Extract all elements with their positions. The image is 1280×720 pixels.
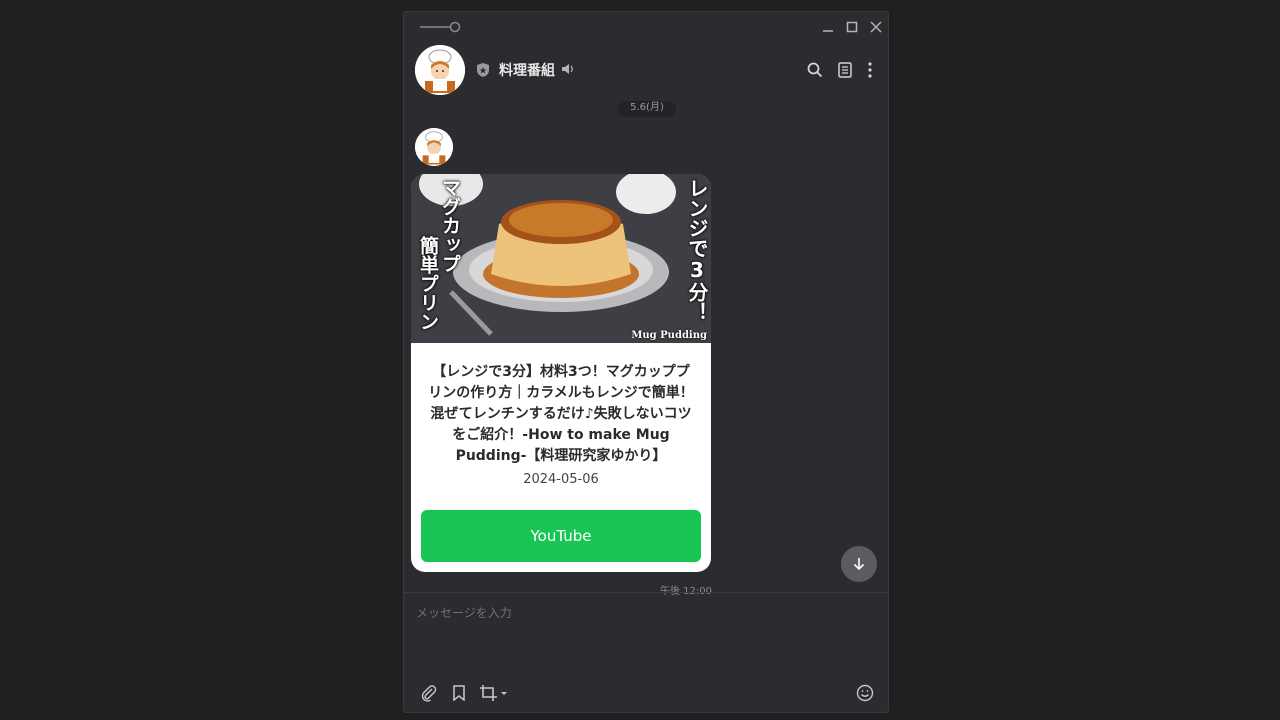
avatar[interactable] [415, 45, 465, 95]
speaker-icon [562, 64, 573, 74]
thumbnail-text-range: レンジで3分！ [685, 178, 709, 322]
more-button[interactable] [860, 60, 880, 80]
pin-icon[interactable] [419, 20, 463, 34]
minimize-button[interactable] [819, 18, 837, 36]
attach-icon [421, 685, 437, 702]
thumbnail-text-easy: 簡単プリン [417, 236, 439, 331]
emoji-icon [856, 684, 874, 702]
more-icon [868, 62, 872, 78]
notes-icon [838, 62, 852, 78]
search-icon [807, 62, 823, 78]
minimize-icon [823, 30, 833, 32]
youtube-button[interactable]: YouTube [421, 510, 701, 562]
video-date: 2024-05-06 [523, 472, 599, 487]
title-bar [404, 12, 888, 42]
screenshot-button[interactable] [478, 682, 510, 704]
chef-avatar-image [415, 128, 453, 166]
thumbnail-caption: Mug Pudding [631, 330, 707, 341]
maximize-icon [846, 21, 858, 33]
video-title: 【レンジで3分】材料3つ！マグカッププリンの作り方｜カラメルもレンジで簡単！混ぜ… [428, 364, 694, 464]
chat-window: 料理番組 5.6(月) マグカップ 簡単プリン レンジで3分！ Mug Pudd… [403, 11, 889, 713]
video-thumbnail[interactable]: マグカップ 簡単プリン レンジで3分！ Mug Pudding [411, 174, 711, 343]
maximize-button[interactable] [843, 18, 861, 36]
message-input[interactable] [416, 604, 876, 674]
notes-button[interactable] [835, 60, 855, 80]
link-preview-card[interactable]: マグカップ 簡単プリン レンジで3分！ Mug Pudding 【レンジで3分】… [411, 174, 711, 572]
scroll-to-bottom-button[interactable] [841, 546, 877, 582]
attach-button[interactable] [418, 682, 440, 704]
bookmark-button[interactable] [448, 682, 470, 704]
sender-avatar[interactable] [415, 128, 453, 166]
crop-icon [480, 685, 507, 701]
chat-title: 料理番組 [499, 63, 555, 79]
message-time: 午後 12:00 [660, 582, 712, 597]
date-separator: 5.6(月) [618, 101, 676, 117]
bookmark-icon [453, 685, 465, 701]
chef-avatar-image [415, 45, 465, 95]
input-divider [404, 592, 888, 593]
search-button[interactable] [805, 60, 825, 80]
shield-icon [477, 63, 489, 77]
chat-header: 料理番組 [404, 42, 888, 98]
arrow-down-icon [853, 558, 865, 571]
close-button[interactable] [867, 18, 885, 36]
emoji-button[interactable] [854, 682, 876, 704]
close-icon [870, 21, 882, 33]
